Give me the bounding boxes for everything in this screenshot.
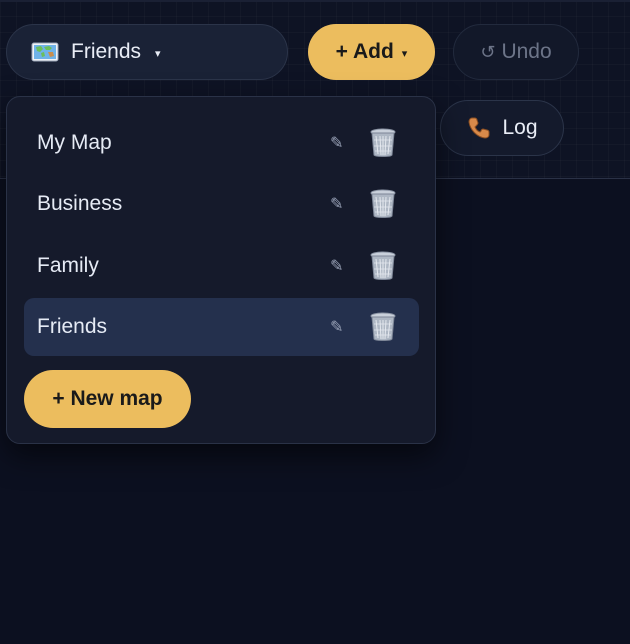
top-edge (0, 0, 630, 2)
undo-button-label: Undo (501, 40, 552, 63)
world-map-icon (31, 41, 59, 63)
new-map-button[interactable]: + New map (24, 370, 191, 428)
undo-button[interactable]: ↺ Undo (453, 24, 579, 80)
map-selector-label: Friends (71, 40, 142, 63)
add-button[interactable]: + Add ▾ (308, 24, 435, 80)
map-list-item[interactable]: Family ✎ (24, 237, 419, 295)
map-list-item-label: Friends (37, 315, 108, 338)
pencil-icon[interactable]: ✎ (330, 133, 343, 153)
map-list-item-label: Business (37, 192, 123, 215)
pencil-icon[interactable]: ✎ (330, 256, 343, 276)
map-list-item[interactable]: My Map ✎ (24, 114, 419, 172)
phone-icon (466, 115, 492, 141)
log-button-label: Log (502, 116, 538, 139)
map-selector-button[interactable]: Friends ▾ (6, 24, 288, 80)
pencil-icon[interactable]: ✎ (330, 317, 343, 337)
trash-icon[interactable] (369, 128, 397, 158)
undo-icon: ↺ (480, 41, 496, 62)
add-button-label: + Add (335, 40, 394, 63)
trash-icon[interactable] (369, 312, 397, 342)
map-list-item[interactable]: Business ✎ (24, 175, 419, 233)
log-button[interactable]: Log (440, 100, 564, 156)
trash-icon[interactable] (369, 251, 397, 281)
map-list-item-label: My Map (37, 131, 112, 154)
app-stage: Friends ▾ + Add ▾ ↺ Undo Log My Map ✎ Bu… (0, 0, 630, 644)
map-dropdown-menu: My Map ✎ Business ✎ Family ✎ Friends ✎ +… (6, 96, 436, 444)
pencil-icon[interactable]: ✎ (330, 194, 343, 214)
map-list-item-selected[interactable]: Friends ✎ (24, 298, 419, 356)
map-list-item-label: Family (37, 254, 99, 277)
trash-icon[interactable] (369, 189, 397, 219)
chevron-down-icon: ▾ (401, 48, 408, 60)
chevron-down-icon: ▾ (155, 48, 161, 60)
